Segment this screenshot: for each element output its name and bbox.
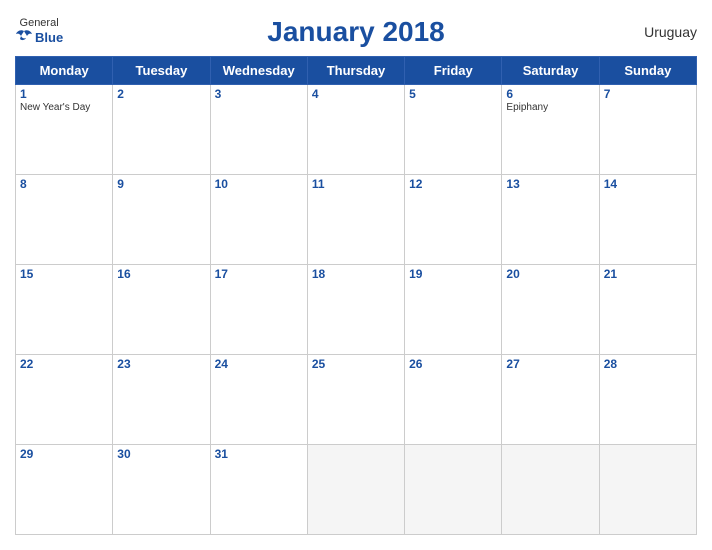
calendar-cell: 17 [210, 265, 307, 355]
weekday-header-monday: Monday [16, 57, 113, 85]
logo: General Blue [15, 18, 63, 47]
calendar-cell: 25 [307, 355, 404, 445]
logo-bird-icon [15, 29, 33, 47]
day-number: 23 [117, 357, 205, 371]
day-number: 26 [409, 357, 497, 371]
calendar-cell: 9 [113, 175, 210, 265]
calendar-cell: 2 [113, 85, 210, 175]
weekday-header-thursday: Thursday [307, 57, 404, 85]
calendar-cell: 23 [113, 355, 210, 445]
calendar-cell: 13 [502, 175, 599, 265]
calendar-cell: 20 [502, 265, 599, 355]
day-number: 12 [409, 177, 497, 191]
holiday-name: New Year's Day [20, 102, 108, 113]
day-number: 28 [604, 357, 692, 371]
day-number: 3 [215, 87, 303, 101]
day-number: 19 [409, 267, 497, 281]
day-number: 14 [604, 177, 692, 191]
calendar-cell: 1New Year's Day [16, 85, 113, 175]
weekday-header-tuesday: Tuesday [113, 57, 210, 85]
country-label: Uruguay [644, 24, 697, 40]
day-number: 2 [117, 87, 205, 101]
day-number: 10 [215, 177, 303, 191]
calendar-header: General Blue January 2018 Uruguay [15, 10, 697, 52]
day-number: 24 [215, 357, 303, 371]
weekday-header-saturday: Saturday [502, 57, 599, 85]
calendar-table: MondayTuesdayWednesdayThursdayFridaySatu… [15, 56, 697, 535]
day-number: 22 [20, 357, 108, 371]
calendar-cell [599, 445, 696, 535]
calendar-cell: 8 [16, 175, 113, 265]
calendar-cell: 19 [405, 265, 502, 355]
logo-blue-text: Blue [35, 31, 63, 44]
holiday-name: Epiphany [506, 102, 594, 113]
calendar-week-row: 22 23 24 25 26 27 28 [16, 355, 697, 445]
calendar-cell: 7 [599, 85, 696, 175]
weekday-header-wednesday: Wednesday [210, 57, 307, 85]
day-number: 30 [117, 447, 205, 461]
day-number: 7 [604, 87, 692, 101]
calendar-cell: 29 [16, 445, 113, 535]
calendar-cell: 27 [502, 355, 599, 445]
day-number: 21 [604, 267, 692, 281]
calendar-cell [405, 445, 502, 535]
calendar-cell: 3 [210, 85, 307, 175]
calendar-cell: 28 [599, 355, 696, 445]
day-number: 16 [117, 267, 205, 281]
calendar-cell: 26 [405, 355, 502, 445]
day-number: 20 [506, 267, 594, 281]
calendar-cell: 16 [113, 265, 210, 355]
calendar-cell: 10 [210, 175, 307, 265]
calendar-week-row: 15 16 17 18 19 20 21 [16, 265, 697, 355]
calendar-cell: 4 [307, 85, 404, 175]
calendar-cell: 5 [405, 85, 502, 175]
day-number: 25 [312, 357, 400, 371]
day-number: 13 [506, 177, 594, 191]
calendar-cell: 12 [405, 175, 502, 265]
day-number: 11 [312, 177, 400, 191]
calendar-cell: 22 [16, 355, 113, 445]
day-number: 31 [215, 447, 303, 461]
weekday-header-row: MondayTuesdayWednesdayThursdayFridaySatu… [16, 57, 697, 85]
day-number: 6 [506, 87, 594, 101]
weekday-header-friday: Friday [405, 57, 502, 85]
day-number: 1 [20, 87, 108, 101]
day-number: 9 [117, 177, 205, 191]
calendar-week-row: 89 10 11 12 13 14 [16, 175, 697, 265]
day-number: 27 [506, 357, 594, 371]
calendar-cell: 31 [210, 445, 307, 535]
calendar-cell [502, 445, 599, 535]
calendar-cell: 18 [307, 265, 404, 355]
calendar-cell: 6Epiphany [502, 85, 599, 175]
calendar-cell: 30 [113, 445, 210, 535]
calendar-cell: 21 [599, 265, 696, 355]
calendar-cell: 14 [599, 175, 696, 265]
day-number: 5 [409, 87, 497, 101]
logo-general-text: General [20, 18, 59, 29]
day-number: 18 [312, 267, 400, 281]
calendar-week-row: 1New Year's Day23456Epiphany7 [16, 85, 697, 175]
calendar-cell: 24 [210, 355, 307, 445]
calendar-week-row: 29 30 31 [16, 445, 697, 535]
day-number: 4 [312, 87, 400, 101]
weekday-header-sunday: Sunday [599, 57, 696, 85]
calendar-cell: 15 [16, 265, 113, 355]
day-number: 15 [20, 267, 108, 281]
calendar-cell [307, 445, 404, 535]
day-number: 8 [20, 177, 108, 191]
calendar-title: January 2018 [267, 16, 444, 48]
calendar-cell: 11 [307, 175, 404, 265]
day-number: 17 [215, 267, 303, 281]
day-number: 29 [20, 447, 108, 461]
